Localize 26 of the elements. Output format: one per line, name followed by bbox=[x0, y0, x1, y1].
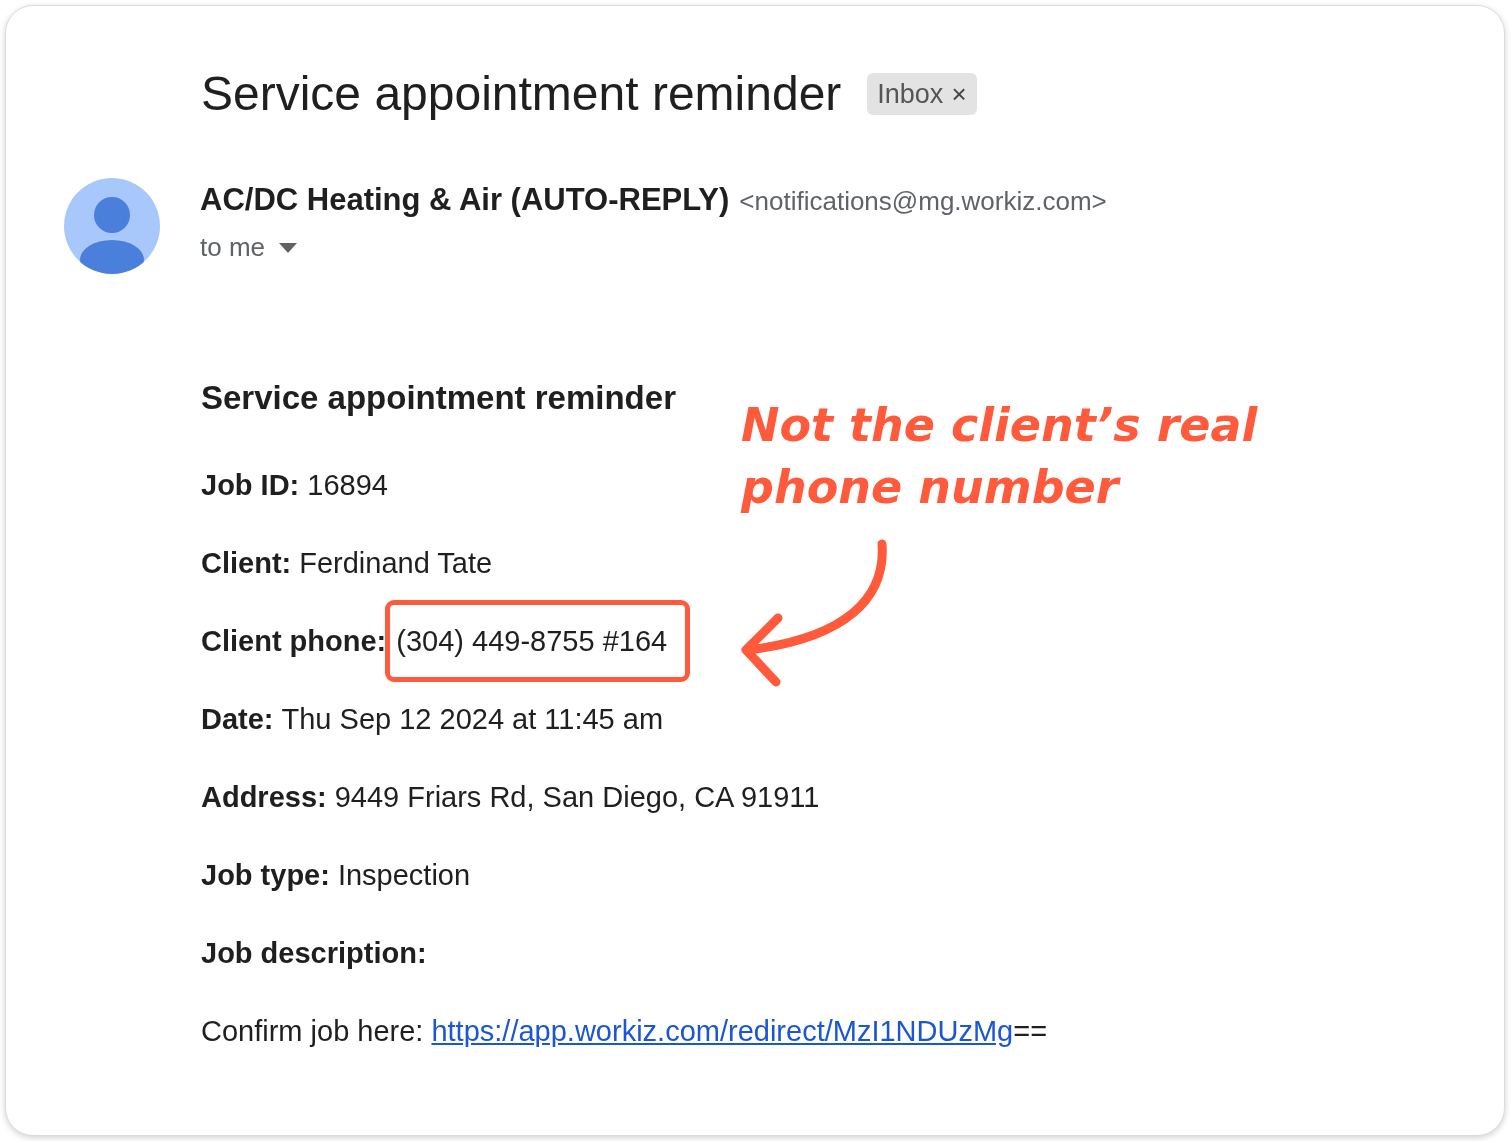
field-value: 9449 Friars Rd, San Diego, CA 91911 bbox=[334, 780, 820, 815]
link-suffix: == bbox=[1013, 1014, 1048, 1049]
confirm-text: Confirm job here: bbox=[201, 1014, 424, 1049]
annotation-note: Not the client’s real phone number bbox=[741, 397, 1258, 516]
field-value: Thu Sep 12 2024 at 11:45 am bbox=[281, 702, 664, 737]
field-label: Date: bbox=[201, 702, 274, 737]
field-value: Inspection bbox=[337, 858, 471, 893]
field-label: Job type: bbox=[201, 858, 330, 893]
field-label: Job description: bbox=[201, 936, 427, 971]
close-icon[interactable]: × bbox=[951, 75, 967, 113]
field-value: 16894 bbox=[307, 468, 388, 503]
field-label: Client phone: bbox=[201, 624, 387, 659]
field-label: Address: bbox=[201, 780, 327, 815]
email-subject: Service appointment reminder bbox=[201, 66, 842, 122]
highlighted-field-value: (304) 449-8755 #164 bbox=[385, 600, 691, 682]
sender-email: <notifications@mg.workiz.com> bbox=[739, 186, 1107, 217]
recipient-dropdown[interactable]: to me bbox=[200, 232, 1107, 263]
field-label: Client: bbox=[201, 546, 292, 581]
avatar-icon bbox=[64, 178, 160, 274]
field-label: Job ID: bbox=[201, 468, 300, 503]
confirm-link[interactable]: https://app.workiz.com/redirect/MzI1NDUzMg bbox=[431, 992, 1014, 1070]
sender-name: AC/DC Heating & Air (AUTO-REPLY) bbox=[200, 182, 730, 218]
caret-icon bbox=[279, 242, 298, 253]
field-value: Ferdinand Tate bbox=[299, 546, 493, 581]
body-heading: Service appointment reminder bbox=[201, 378, 676, 418]
inbox-label[interactable]: Inbox × bbox=[867, 73, 977, 115]
